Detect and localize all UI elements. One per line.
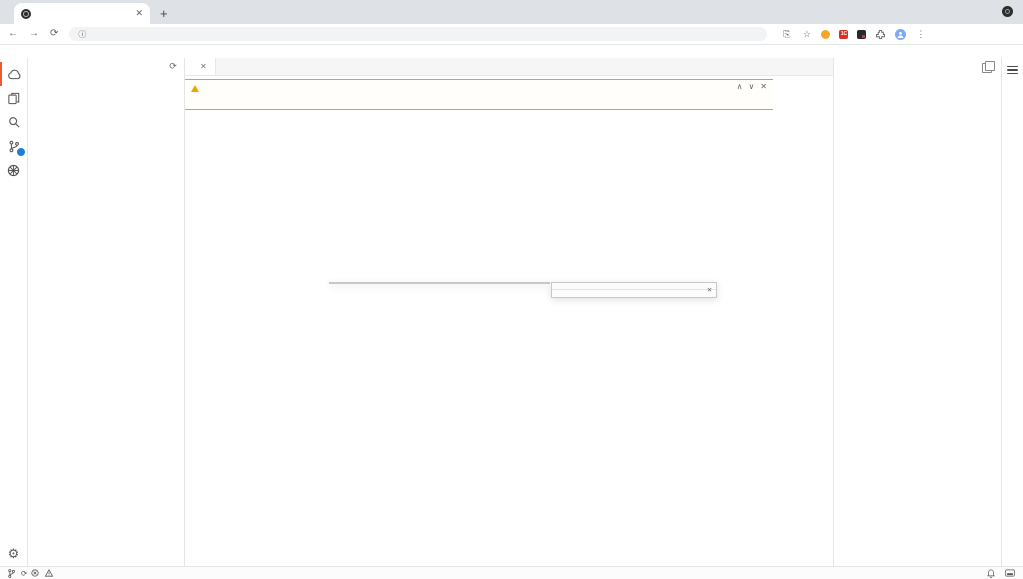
outline-view-icon[interactable] (1007, 66, 1018, 566)
problems-controls: ∧ ∨ ✕ (737, 82, 767, 91)
ide-menubar (0, 45, 1023, 58)
tab-bar-account-icon[interactable] (1002, 6, 1013, 17)
editor-tab-bar: ✕ (185, 58, 833, 76)
explorer-panel: ⟳ (28, 58, 185, 566)
code-editor[interactable]: ∧ ∨ ✕ ✕ (185, 76, 833, 566)
forward-icon[interactable]: → (29, 29, 39, 39)
outline-collapse-icon[interactable] (982, 63, 992, 73)
git-branch-indicator[interactable] (8, 569, 17, 578)
errors-indicator[interactable] (31, 569, 41, 577)
problems-widget: ∧ ∨ ✕ (185, 79, 773, 110)
refresh-icon[interactable]: ⟳ (169, 61, 177, 72)
favicon-icon (21, 9, 31, 19)
doc-body (552, 290, 716, 297)
address-bar[interactable]: ⓘ (69, 27, 767, 41)
status-bar: ⟳ (0, 566, 1023, 579)
outline-header (834, 61, 1001, 75)
site-info-icon[interactable]: ⓘ (78, 29, 86, 40)
profile-avatar[interactable] (895, 29, 906, 40)
autocomplete-doc-panel: ✕ (551, 282, 717, 298)
browser-menu-icon[interactable]: ⋮ (915, 29, 926, 40)
reload-icon[interactable]: ⟳ (50, 29, 58, 39)
autocomplete-popup (329, 282, 550, 284)
extension-orange-icon[interactable] (821, 30, 830, 39)
extension-1c-icon[interactable]: 1C (839, 30, 848, 39)
problems-header: ∧ ∨ ✕ (185, 80, 773, 95)
problem-prev-icon[interactable]: ∧ (737, 82, 743, 91)
screen: { "browser": { "tab_title": "demo-app — … (0, 0, 1023, 577)
screencast-icon[interactable] (1005, 569, 1015, 577)
outline-panel (833, 58, 1001, 566)
doc-signature: ✕ (552, 283, 716, 290)
tab-close-icon[interactable]: ✕ (135, 8, 143, 19)
back-icon[interactable]: ← (8, 29, 18, 39)
share-icon[interactable]: ⎘ (781, 29, 792, 40)
activity-bar: ⚙ (0, 58, 28, 566)
activity-search-icon[interactable] (0, 110, 28, 134)
explorer-header: ⟳ (28, 58, 184, 74)
editor-tab[interactable]: ✕ (185, 58, 216, 75)
ide-main: ⚙ ⟳ ✕ ∧ ∨ (0, 58, 1023, 566)
editor-group: ✕ ∧ ∨ ✕ (185, 58, 833, 566)
extension-dark-icon[interactable] (857, 30, 866, 39)
scm-badge (17, 148, 25, 156)
problem-next-icon[interactable]: ∨ (748, 82, 754, 91)
activity-files-icon[interactable] (0, 86, 28, 110)
editor-tab-close-icon[interactable]: ✕ (200, 62, 207, 71)
browser-action-icons: ⎘ ☆ 1C ⋮ (781, 29, 926, 40)
bookmark-star-icon[interactable]: ☆ (801, 29, 812, 40)
warnings-indicator[interactable] (45, 569, 55, 577)
settings-gear-icon[interactable]: ⚙ (8, 546, 20, 562)
warning-icon (191, 85, 199, 92)
activity-plugin-icon[interactable] (0, 158, 28, 182)
new-tab-button[interactable]: + (160, 7, 168, 20)
activity-1c-explorer-icon[interactable] (0, 62, 28, 86)
browser-tab[interactable]: ✕ (14, 3, 150, 24)
browser-toolbar: ← → ⟳ ⓘ ⎘ ☆ 1C ⋮ (0, 24, 1023, 45)
doc-close-icon[interactable]: ✕ (707, 285, 712, 294)
problems-close-icon[interactable]: ✕ (760, 82, 767, 91)
browser-tab-bar: ✕ + (0, 0, 1023, 24)
sync-indicator[interactable]: ⟳ (21, 569, 27, 578)
right-sidebar-strip (1001, 58, 1023, 566)
activity-source-control-icon[interactable] (0, 134, 28, 158)
extensions-puzzle-icon[interactable] (875, 29, 886, 40)
status-bar-right (937, 569, 1015, 578)
notifications-bell-icon[interactable] (987, 569, 995, 578)
problem-message[interactable] (185, 95, 773, 96)
